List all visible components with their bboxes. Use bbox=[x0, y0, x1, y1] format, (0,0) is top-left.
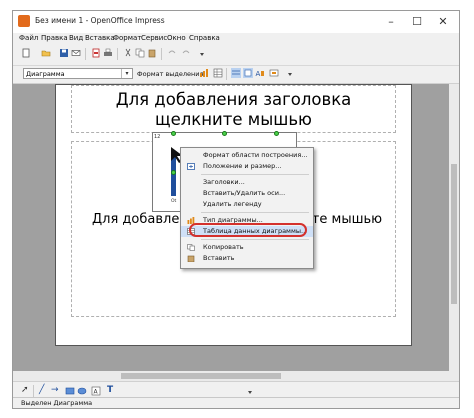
horizontal-grid-icon[interactable] bbox=[231, 68, 241, 78]
toolbar-separator bbox=[33, 385, 34, 397]
window-title: Без имени 1 - OpenOffice Impress bbox=[35, 16, 165, 25]
toolbar-separator bbox=[117, 48, 118, 60]
menu-separator bbox=[201, 212, 309, 213]
menu-item-titles[interactable]: Заголовки... bbox=[181, 177, 313, 188]
text-tool-icon[interactable]: T bbox=[107, 385, 113, 395]
ellipse-tool-icon[interactable] bbox=[77, 386, 87, 396]
format-selection-button[interactable]: Формат выделения bbox=[137, 70, 203, 78]
horizontal-scrollbar-thumb[interactable] bbox=[121, 373, 281, 379]
automatic-layout-icon[interactable] bbox=[269, 68, 279, 78]
line-tool-icon[interactable]: ╱ bbox=[39, 385, 44, 395]
status-text: Выделен Диаграмма bbox=[21, 399, 93, 407]
toolbar-separator bbox=[85, 48, 86, 60]
legend-on-off-icon[interactable] bbox=[243, 68, 253, 78]
copy-icon bbox=[187, 244, 195, 251]
status-bar: Выделен Диаграмма bbox=[13, 397, 459, 409]
horizontal-scrollbar[interactable] bbox=[13, 371, 459, 381]
menu-item-position-size[interactable]: Положение и размер... bbox=[181, 161, 313, 172]
position-size-icon bbox=[187, 163, 195, 170]
app-window: Без имени 1 - OpenOffice Impress – ☐ ✕ Ф… bbox=[12, 10, 460, 409]
vertical-scrollbar-thumb[interactable] bbox=[451, 164, 457, 304]
title-bar: Без имени 1 - OpenOffice Impress – ☐ ✕ bbox=[13, 11, 459, 33]
resize-handle[interactable] bbox=[171, 170, 176, 175]
select-pointer-icon[interactable]: ➚ bbox=[21, 385, 29, 395]
print-icon[interactable] bbox=[103, 48, 113, 58]
resize-handle[interactable] bbox=[274, 131, 279, 136]
data-table-icon[interactable] bbox=[213, 68, 223, 78]
drawing-toolbar: ➚ ╱ → A T bbox=[13, 381, 459, 398]
rectangle-tool-icon[interactable] bbox=[65, 386, 75, 396]
minimize-button[interactable]: – bbox=[379, 13, 403, 31]
menu-separator bbox=[201, 174, 309, 175]
cut-icon[interactable] bbox=[123, 48, 133, 58]
resize-handle[interactable] bbox=[222, 131, 227, 136]
menu-window[interactable]: Окно bbox=[167, 34, 186, 42]
openoffice-impress-icon bbox=[18, 15, 30, 27]
redo-icon[interactable] bbox=[181, 48, 191, 58]
chart-type-icon[interactable] bbox=[199, 68, 209, 78]
chevron-down-icon[interactable]: ▾ bbox=[121, 69, 132, 78]
menu-edit[interactable]: Правка bbox=[41, 34, 68, 42]
menu-separator bbox=[201, 239, 309, 240]
arrow-tool-icon[interactable]: → bbox=[51, 385, 59, 395]
toolbar-options-icon[interactable] bbox=[245, 386, 255, 396]
scale-text-icon[interactable]: A bbox=[255, 68, 265, 78]
vertical-scrollbar[interactable] bbox=[449, 84, 459, 371]
open-folder-icon[interactable] bbox=[41, 48, 51, 58]
menu-bar: Файл Правка Вид Вставка Формат Сервис Ок… bbox=[13, 33, 459, 45]
chart-toolbar: Диаграмма ▾ Формат выделения A bbox=[13, 65, 459, 84]
slide-title-line-2: щелкните мышью bbox=[155, 110, 312, 129]
close-button[interactable]: ✕ bbox=[431, 13, 455, 31]
menu-item-copy[interactable]: Копировать bbox=[181, 242, 313, 253]
mail-icon[interactable] bbox=[71, 48, 81, 58]
toolbar-separator bbox=[161, 48, 162, 60]
chart-element-select[interactable]: Диаграмма ▾ bbox=[23, 68, 133, 79]
paste-icon[interactable] bbox=[147, 48, 157, 58]
toolbar-options-icon[interactable] bbox=[285, 68, 295, 78]
save-icon[interactable] bbox=[59, 48, 69, 58]
menu-view[interactable]: Вид bbox=[69, 34, 83, 42]
menu-item-insert-delete-axes[interactable]: Вставить/Удалить оси... bbox=[181, 188, 313, 199]
context-menu: Формат области построения... Положение и… bbox=[180, 147, 314, 269]
undo-icon[interactable] bbox=[167, 48, 177, 58]
menu-insert[interactable]: Вставка bbox=[85, 34, 115, 42]
maximize-button[interactable]: ☐ bbox=[405, 13, 429, 31]
highlight-annotation-ring bbox=[189, 223, 307, 237]
standard-toolbar bbox=[13, 45, 459, 66]
text-box-icon[interactable]: A bbox=[91, 386, 101, 396]
chart-element-select-value: Диаграмма bbox=[26, 70, 65, 78]
title-placeholder[interactable]: Для добавления заголовка щелкните мышью bbox=[71, 85, 396, 133]
menu-format[interactable]: Формат bbox=[113, 34, 141, 42]
export-pdf-icon[interactable] bbox=[91, 48, 101, 58]
toolbar-options-icon[interactable] bbox=[197, 48, 207, 58]
menu-tools[interactable]: Сервис bbox=[141, 34, 167, 42]
menu-item-delete-legend[interactable]: Удалить легенду bbox=[181, 199, 313, 210]
slide-workspace: Для добавления заголовка щелкните мышью … bbox=[13, 84, 449, 371]
resize-handle[interactable] bbox=[171, 131, 176, 136]
menu-item-paste[interactable]: Вставить bbox=[181, 253, 313, 264]
toolbar-separator bbox=[226, 68, 227, 80]
slide-title-line-1: Для добавления заголовка bbox=[115, 90, 352, 109]
paste-icon bbox=[187, 255, 195, 262]
copy-icon[interactable] bbox=[135, 48, 145, 58]
new-document-icon[interactable] bbox=[21, 48, 31, 58]
svg-text:A: A bbox=[256, 70, 261, 78]
menu-file[interactable]: Файл bbox=[19, 34, 38, 42]
y-axis-max-label: 12 bbox=[154, 134, 161, 140]
chart-axis-label: Ot bbox=[171, 199, 177, 204]
menu-help[interactable]: Справка bbox=[189, 34, 220, 42]
slide-title: Для добавления заголовка щелкните мышью bbox=[72, 90, 395, 130]
menu-item-format-plot-area[interactable]: Формат области построения... bbox=[181, 150, 313, 161]
